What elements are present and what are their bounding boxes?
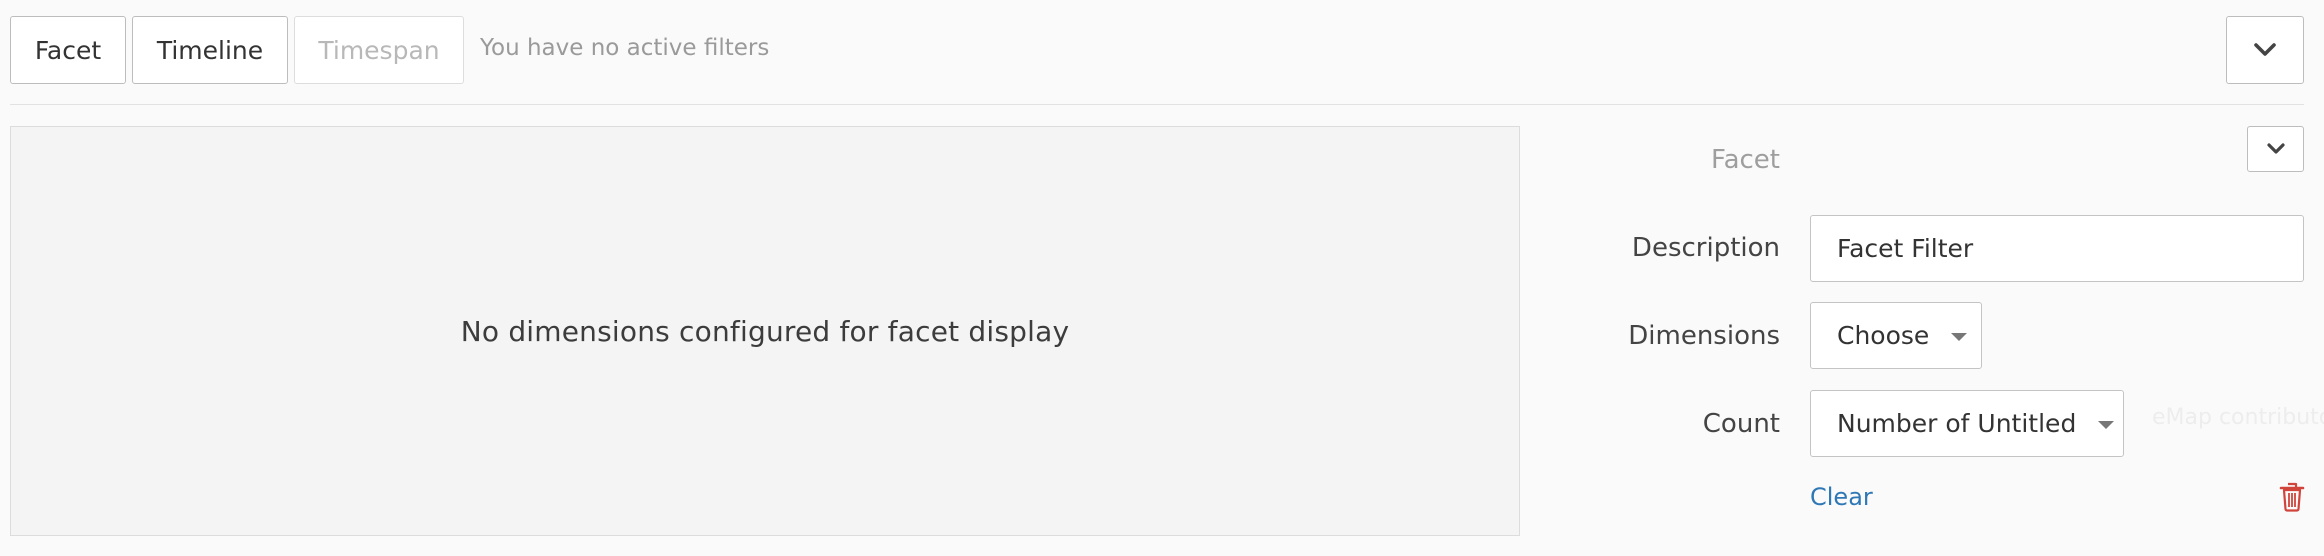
- dimensions-dropdown[interactable]: Choose: [1810, 302, 1982, 369]
- background-attribution: eMap contributors: [2152, 405, 2324, 430]
- chevron-down-icon: [2254, 43, 2276, 56]
- description-label: Description: [1631, 233, 1780, 263]
- description-input[interactable]: Facet Filter: [1810, 215, 2304, 282]
- empty-state-message: No dimensions configured for facet displ…: [460, 314, 1070, 348]
- facet-tab-button[interactable]: Facet: [10, 16, 126, 84]
- timeline-tab-button[interactable]: Timeline: [132, 16, 288, 84]
- toolbar-divider: [10, 104, 2304, 105]
- facet-preview-panel: No dimensions configured for facet displ…: [10, 126, 1520, 536]
- active-filters-status: You have no active filters: [480, 35, 770, 61]
- settings-header-label: Facet: [1711, 145, 1780, 175]
- settings-collapse-button[interactable]: [2247, 126, 2304, 172]
- trash-icon: [2279, 482, 2305, 512]
- dimensions-dropdown-value: Choose: [1837, 321, 1930, 350]
- clear-link[interactable]: Clear: [1810, 482, 1873, 512]
- caret-down-icon: [1951, 333, 1968, 341]
- timespan-tab-button: Timespan: [294, 16, 464, 84]
- chevron-down-icon: [2266, 143, 2285, 154]
- count-label: Count: [1702, 409, 1780, 439]
- facet-editor: eMap contributors Facet Timeline Timespa…: [0, 0, 2324, 556]
- count-dropdown[interactable]: Number of Untitled: [1810, 390, 2124, 457]
- dimensions-label: Dimensions: [1628, 321, 1780, 351]
- caret-down-icon: [2098, 421, 2115, 429]
- delete-button[interactable]: [2279, 482, 2305, 512]
- toolbar-collapse-button[interactable]: [2226, 16, 2304, 84]
- count-dropdown-value: Number of Untitled: [1837, 409, 2077, 438]
